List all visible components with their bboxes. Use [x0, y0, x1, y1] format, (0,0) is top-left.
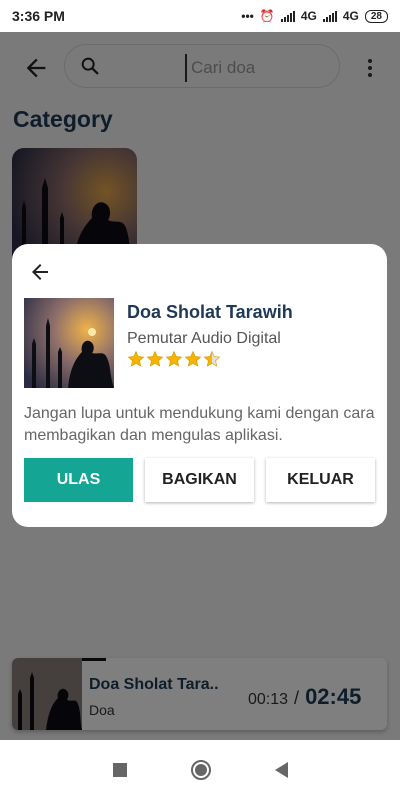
star-icon: [165, 350, 183, 367]
app-icon-image: [24, 298, 114, 388]
signal-icon-2: [322, 10, 337, 22]
status-time: 3:36 PM: [12, 8, 65, 24]
rating-stars: [127, 350, 221, 368]
share-button[interactable]: BAGIKAN: [145, 458, 254, 502]
stop-icon[interactable]: [112, 763, 127, 777]
status-bar: 3:36 PM ••• ⏰ 4G 4G 28: [0, 0, 400, 32]
dialog-subtitle: Pemutar Audio Digital: [127, 330, 281, 347]
back-arrow-icon[interactable]: [28, 260, 52, 284]
star-icon: [203, 350, 221, 367]
home-icon[interactable]: [190, 760, 211, 780]
exit-button[interactable]: KELUAR: [266, 458, 375, 502]
battery-icon: 28: [364, 9, 388, 23]
system-nav-bar: [0, 740, 400, 800]
notification-dots-icon: •••: [241, 9, 254, 23]
rate-dialog: Doa Sholat Tarawih Pemutar Audio Digital…: [12, 244, 387, 527]
star-icon: [146, 350, 164, 367]
star-icon: [184, 350, 202, 367]
status-icons: ••• ⏰ 4G 4G 28: [241, 9, 388, 23]
star-icon: [127, 350, 145, 367]
dialog-message: Jangan lupa untuk mendukung kami dengan …: [24, 405, 375, 444]
network-type-1: 4G: [300, 9, 317, 23]
alarm-icon: ⏰: [259, 9, 275, 23]
rate-button[interactable]: ULAS: [24, 458, 133, 502]
back-triangle-icon[interactable]: [274, 762, 288, 778]
signal-icon: [280, 10, 295, 22]
dialog-title: Doa Sholat Tarawih: [127, 302, 293, 322]
network-type-2: 4G: [342, 9, 359, 23]
